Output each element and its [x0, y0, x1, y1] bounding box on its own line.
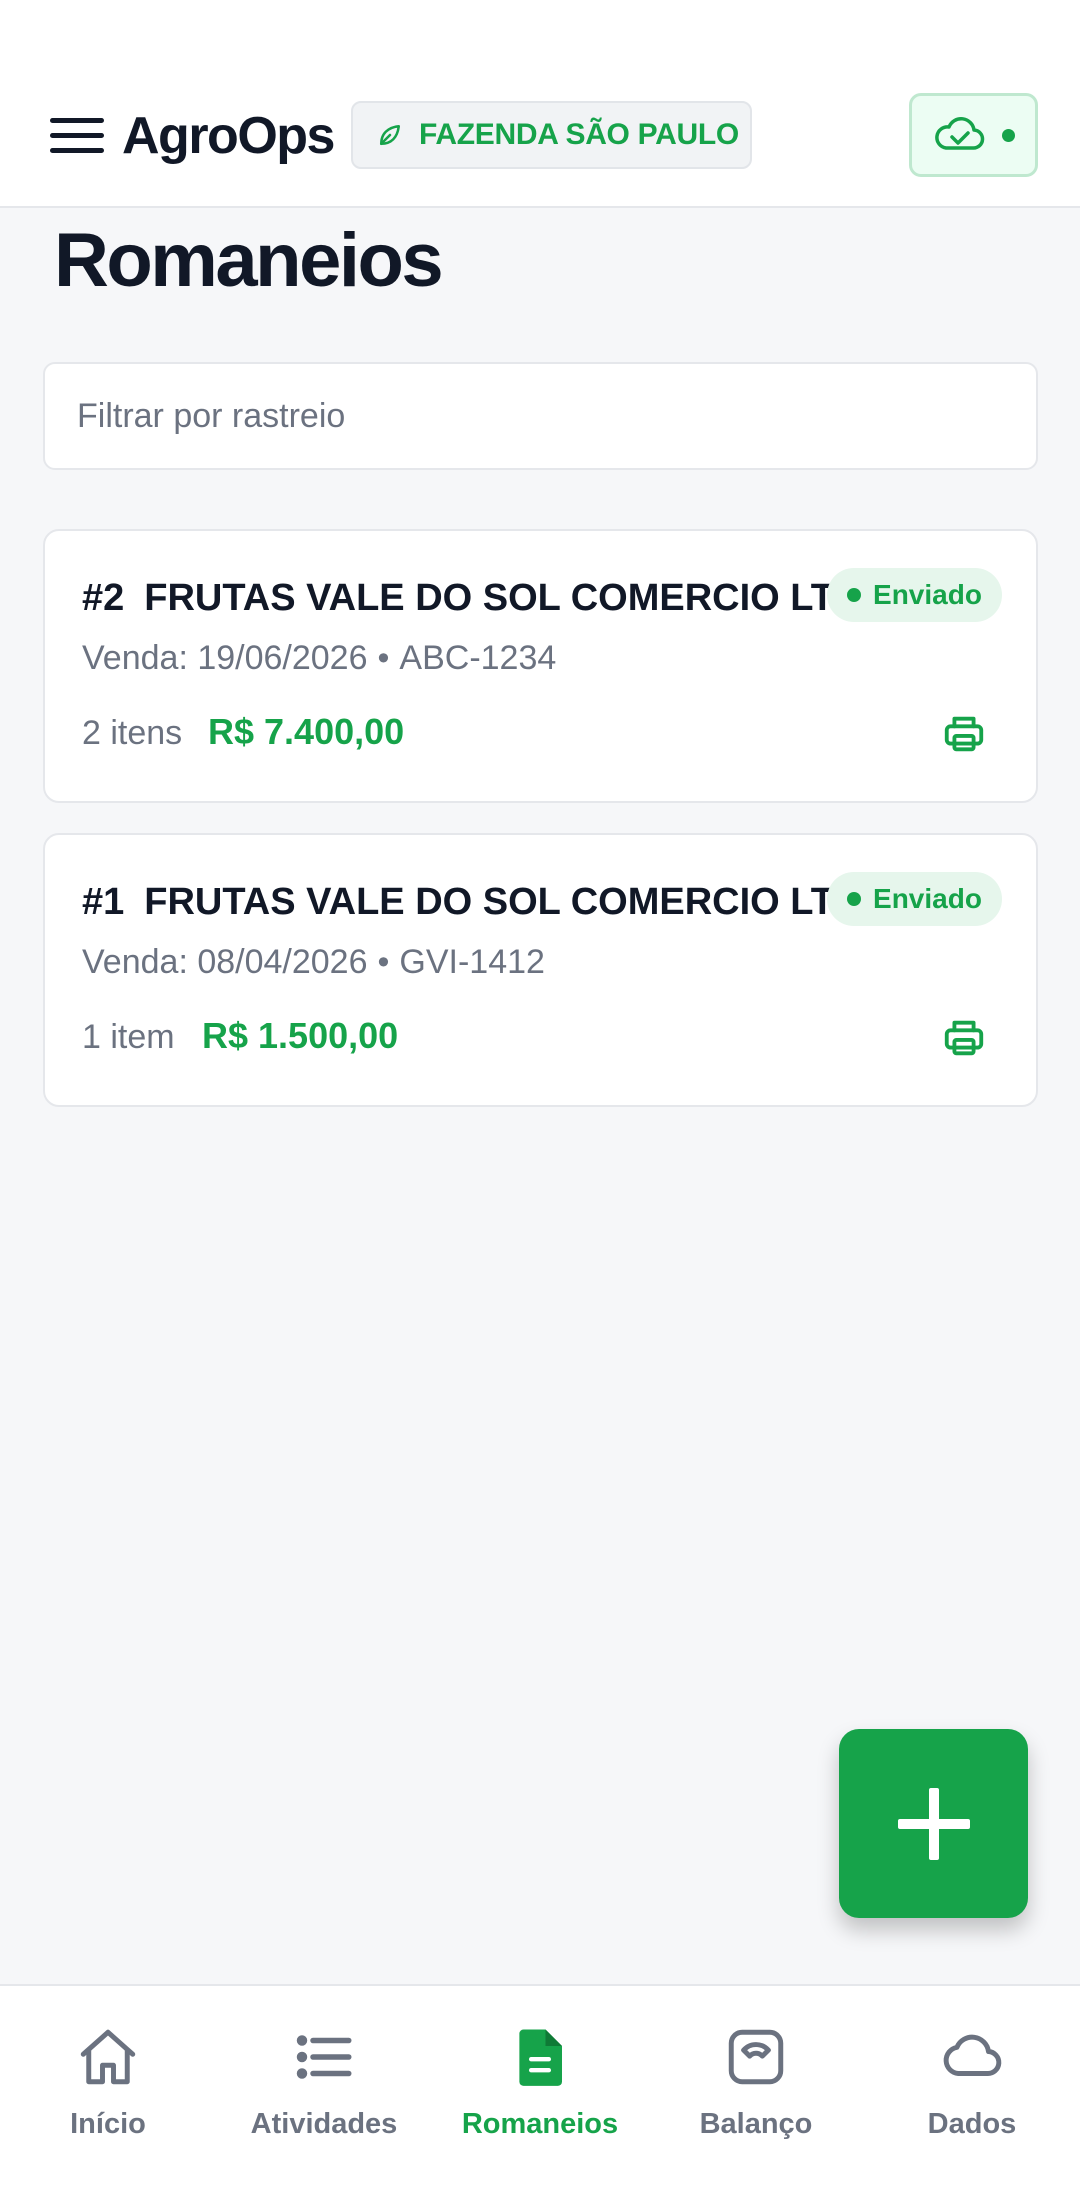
status-badge: Enviado	[827, 872, 1002, 926]
cloud-icon	[943, 2034, 1002, 2076]
sync-indicator-dot	[1002, 128, 1015, 142]
page-title: Romaneios	[54, 218, 444, 303]
printer-icon[interactable]	[941, 711, 987, 757]
romaneio-title: #1 FRUTAS VALE DO SOL COMERCIO LTDA	[82, 877, 872, 927]
status-badge: Enviado	[827, 568, 1002, 622]
printer-icon[interactable]	[941, 1015, 987, 1061]
status-dot	[847, 588, 862, 602]
romaneio-client: FRUTAS VALE DO SOL COMERCIO LTDA	[144, 881, 872, 923]
plus-icon	[897, 1787, 970, 1860]
romaneio-number: #1	[82, 881, 125, 923]
hamburger-menu-icon[interactable]	[50, 116, 104, 156]
app-header: AgroOps FAZENDA SÃO PAULO	[0, 0, 1080, 208]
item-count: 2 itens	[82, 714, 183, 752]
nav-item-inicio[interactable]: Início	[0, 1986, 216, 2212]
vehicle-plate: GVI-1412	[399, 943, 545, 981]
status-label: Enviado	[873, 883, 982, 914]
add-romaneio-button[interactable]	[839, 1729, 1028, 1918]
bottom-navigation: Início Atividades Romaneios Balanço Dado…	[0, 1984, 1080, 2212]
nav-item-romaneios[interactable]: Romaneios	[432, 1986, 648, 2212]
romaneio-title: #2 FRUTAS VALE DO SOL COMERCIO LTDA	[82, 573, 872, 623]
nav-label: Atividades	[250, 2108, 398, 2140]
status-dot	[847, 892, 862, 906]
tracking-filter-input[interactable]	[43, 362, 1038, 470]
romaneio-number: #2	[82, 577, 125, 619]
item-count: 1 item	[82, 1018, 175, 1056]
nav-item-atividades[interactable]: Atividades	[216, 1986, 432, 2212]
sale-date: Venda: 08/04/2026	[82, 943, 368, 981]
romaneio-meta: Venda: 19/06/2026 • ABC-1234	[82, 636, 556, 680]
nav-item-dados[interactable]: Dados	[864, 1986, 1080, 2212]
nav-label: Início	[70, 2108, 146, 2140]
scale-icon	[728, 2029, 784, 2085]
farm-name: FAZENDA SÃO PAULO	[419, 118, 739, 151]
document-icon	[519, 2029, 562, 2086]
vehicle-plate: ABC-1234	[399, 639, 557, 677]
romaneio-total: R$ 1.500,00	[202, 1015, 399, 1056]
nav-label: Romaneios	[461, 2108, 619, 2140]
app-title: AgroOps	[122, 107, 335, 165]
romaneio-client: FRUTAS VALE DO SOL COMERCIO LTDA	[144, 577, 872, 619]
sale-date: Venda: 19/06/2026	[82, 639, 368, 677]
romaneio-card[interactable]: #2 FRUTAS VALE DO SOL COMERCIO LTDA Envia…	[43, 529, 1038, 803]
status-label: Enviado	[873, 579, 982, 610]
romaneio-meta: Venda: 08/04/2026 • GVI-1412	[82, 940, 545, 984]
sync-status-button[interactable]	[909, 93, 1038, 177]
home-icon	[80, 2029, 136, 2085]
nav-label: Balanço	[699, 2108, 813, 2140]
nav-item-balanco[interactable]: Balanço	[648, 1986, 864, 2212]
meta-separator: •	[377, 943, 390, 981]
farm-selector-badge[interactable]: FAZENDA SÃO PAULO	[351, 101, 752, 169]
leaf-icon	[380, 125, 400, 145]
romaneio-card[interactable]: #1 FRUTAS VALE DO SOL COMERCIO LTDA Envia…	[43, 833, 1038, 1107]
nav-label: Dados	[927, 2108, 1017, 2140]
romaneio-total: R$ 7.400,00	[208, 711, 405, 752]
meta-separator: •	[377, 639, 390, 677]
cloud-check-icon	[935, 117, 985, 150]
list-icon	[296, 2035, 352, 2079]
